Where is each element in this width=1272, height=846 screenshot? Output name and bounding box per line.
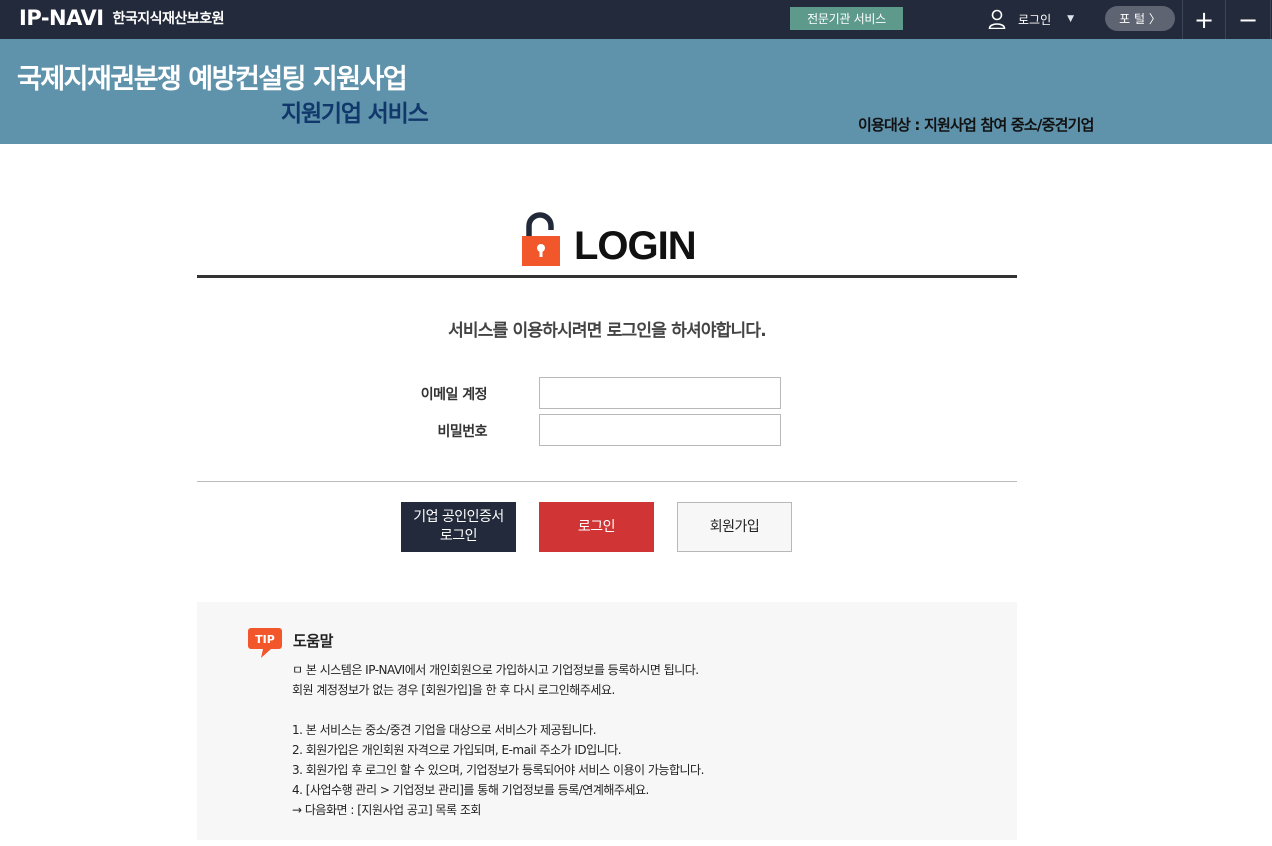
help-line: 2. 회원가입은 개인회원 자격으로 가입되며, E-mail 주소가 ID입니… (292, 743, 622, 757)
help-text: ㅁ 본 시스템은 IP-NAVI에서 개인회원으로 가입하시고 기업정보를 등록… (292, 660, 704, 820)
help-line: ㅁ 본 시스템은 IP-NAVI에서 개인회원으로 가입하시고 기업정보를 등록… (292, 663, 699, 677)
portal-button[interactable]: 포 털 〉 (1105, 6, 1175, 31)
password-input[interactable] (539, 414, 781, 446)
top-navigation-bar: IP-NAVI 한국지식재산보호원 전문기관 서비스 로그인 ▼ 포 털 〉 +… (0, 0, 1272, 39)
caret-down-icon: ▼ (1067, 14, 1075, 24)
help-box: TIP 도움말 ㅁ 본 시스템은 IP-NAVI에서 개인회원으로 가입하시고 … (197, 602, 1017, 840)
banner-subtitle: 지원기업 서비스 (281, 101, 429, 127)
logo-text: IP-NAVI (19, 6, 104, 30)
org-name: 한국지식재산보호원 (112, 11, 225, 27)
login-title: LOGIN (574, 224, 697, 268)
banner-title: 국제지재권분쟁 예방컨설팅 지원사업 (17, 64, 408, 95)
form-divider (197, 481, 1017, 482)
ip-navi-logo[interactable]: IP-NAVI 한국지식재산보호원 (19, 6, 225, 30)
help-line: 회원 계정정보가 없는 경우 [회원가입]을 한 후 다시 로그인해주세요. (292, 683, 615, 697)
email-input[interactable] (539, 377, 781, 409)
zoom-out-button[interactable]: − (1225, 0, 1271, 39)
certificate-login-line1: 기업 공인인증서 (413, 509, 504, 525)
certificate-login-button[interactable]: 기업 공인인증서 로그인 (401, 502, 516, 552)
help-line: 4. [사업수행 관리 > 기업정보 관리]를 통해 기업정보를 등록/연계해주… (292, 783, 649, 797)
service-banner: 국제지재권분쟁 예방컨설팅 지원사업 지원기업 서비스 이용대상 : 지원사업 … (0, 39, 1272, 144)
help-line: → 다음화면 : [지원사업 공고] 목록 조회 (292, 803, 481, 817)
heading-divider (197, 275, 1017, 278)
certificate-login-line2: 로그인 (439, 528, 478, 544)
help-title: 도움말 (293, 632, 333, 650)
help-line: 3. 회원가입 후 로그인 할 수 있으며, 기업정보가 등록되어야 서비스 이… (292, 763, 704, 777)
help-line (292, 700, 704, 720)
tip-bubble-icon: TIP (247, 627, 283, 663)
user-icon (988, 9, 1006, 29)
login-menu-label: 로그인 (1018, 12, 1052, 27)
user-login-menu[interactable]: 로그인 ▼ (988, 8, 1074, 30)
login-button[interactable]: 로그인 (539, 502, 654, 552)
login-notice: 서비스를 이용하시려면 로그인을 하셔야합니다. (448, 321, 767, 341)
expert-service-button[interactable]: 전문기관 서비스 (790, 7, 903, 30)
certificate-login-label: 기업 공인인증서 로그인 (413, 508, 504, 546)
zoom-in-button[interactable]: + (1182, 0, 1225, 39)
join-button[interactable]: 회원가입 (677, 502, 792, 552)
banner-target-text: 이용대상 : 지원사업 참여 중소/중견기업 (858, 116, 1094, 134)
email-label: 이메일 계정 (420, 387, 488, 403)
tip-badge-text: TIP (255, 633, 275, 646)
password-label: 비밀번호 (437, 424, 487, 440)
lock-open-icon (522, 212, 560, 266)
help-line: 1. 본 서비스는 중소/중견 기업을 대상으로 서비스가 제공됩니다. (292, 723, 597, 737)
login-heading: LOGIN (520, 208, 697, 268)
